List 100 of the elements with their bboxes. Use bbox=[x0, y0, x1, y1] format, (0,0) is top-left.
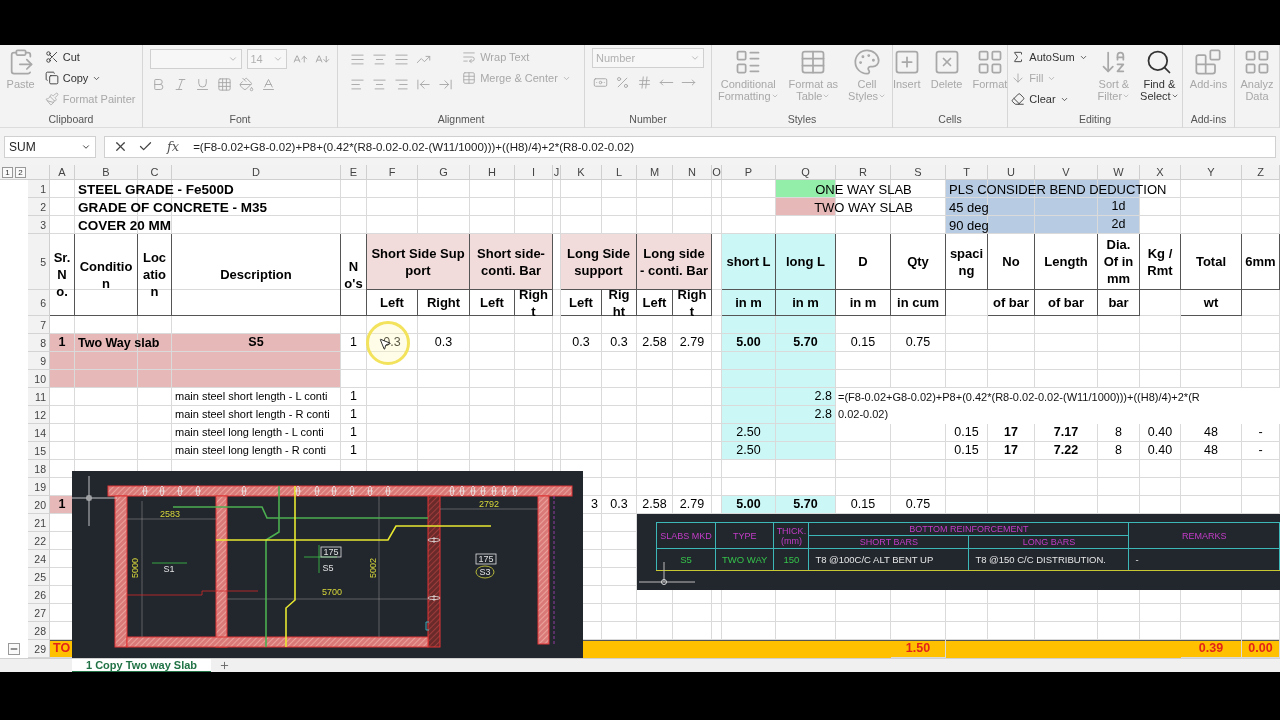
row-header[interactable]: 6 bbox=[28, 290, 50, 316]
row-header[interactable]: 26 bbox=[28, 586, 50, 604]
table-cell: 17 bbox=[988, 442, 1035, 460]
align-middle-icon bbox=[372, 51, 388, 67]
slab-label: S1 bbox=[163, 564, 175, 574]
group-label: Alignment bbox=[436, 113, 486, 127]
caret-icon bbox=[227, 54, 238, 64]
grid-icon bbox=[1243, 48, 1271, 76]
column-heading: Right bbox=[602, 290, 637, 316]
column-heading: Dia. Of in mm bbox=[1098, 234, 1140, 290]
schedule-cell: T8 @150 C/C DISTRIBUTION. bbox=[968, 548, 1129, 571]
row-header[interactable]: 2 bbox=[28, 198, 50, 216]
ribbon-button[interactable]: Cut bbox=[42, 48, 138, 66]
row-header[interactable]: 1 bbox=[28, 180, 50, 198]
slab-label: S5 bbox=[322, 563, 334, 573]
row-header[interactable]: 27 bbox=[28, 604, 50, 622]
crosshair-icon bbox=[639, 562, 695, 586]
cell-editor[interactable]: =(F8-0.02+G8-0.02)+P8+(0.42*(R8-0.02-0.02-(W11/1000)))+((H8)/4)+2*(R 0.02-0.02) bbox=[836, 388, 1280, 424]
row-header[interactable]: 5 bbox=[28, 234, 50, 290]
row-header[interactable]: 3 bbox=[28, 216, 50, 234]
table-cell: 2.58 bbox=[637, 334, 673, 352]
schedule-heading: TYPE bbox=[715, 522, 774, 549]
ribbon-button[interactable]: Find & Select bbox=[1138, 48, 1181, 102]
crosshair-icon bbox=[72, 475, 118, 527]
column-heading: Long side - conti. Bar bbox=[637, 234, 712, 290]
column-heading: Description bbox=[172, 234, 341, 316]
row-header[interactable]: 18 bbox=[28, 460, 50, 478]
table-cell: 7.22 bbox=[1035, 442, 1098, 460]
column-heading: Short Side Support bbox=[367, 234, 470, 290]
column-heading: Right bbox=[515, 290, 553, 316]
row-header[interactable]: 9 bbox=[28, 352, 50, 370]
ribbon-button[interactable]: Clear bbox=[1009, 90, 1090, 108]
dimension-label: 2792 bbox=[479, 499, 499, 509]
group-label: Styles bbox=[786, 113, 818, 127]
table-cell: 2.79 bbox=[673, 334, 712, 352]
group-label: Clipboard bbox=[47, 113, 95, 127]
table-cell: 0.15 bbox=[836, 334, 891, 352]
row-header[interactable]: 11 bbox=[28, 388, 50, 406]
legend-label: TWO WAY SLAB bbox=[814, 198, 913, 216]
column-heading: Condition bbox=[75, 234, 138, 316]
row-header[interactable]: 28 bbox=[28, 622, 50, 640]
table-cell: Two Way slab bbox=[78, 334, 160, 352]
caret-icon bbox=[690, 53, 700, 63]
table-cell: 2d bbox=[1098, 216, 1140, 234]
row-header[interactable]: 14 bbox=[28, 424, 50, 442]
column-heading: Length bbox=[1035, 234, 1098, 290]
outline-level-button[interactable]: 1 bbox=[2, 166, 13, 178]
align-center-icon bbox=[372, 76, 388, 92]
name-box[interactable]: SUM bbox=[4, 135, 96, 158]
row-header[interactable]: 7 bbox=[28, 316, 50, 334]
insert-function-button[interactable]: fx bbox=[163, 139, 184, 154]
align-top-icon bbox=[350, 51, 366, 67]
cancel-button[interactable] bbox=[113, 139, 128, 154]
row-description: main steel short length - R conti bbox=[172, 406, 341, 424]
formula-bar[interactable]: fx =(F8-0.02+G8-0.02)+P8+(0.42*(R8-0.02-0.02-(W11/1000)))+((H8)/4)+2*(R8-0.02-0.02) bbox=[104, 135, 1276, 158]
fill-bucket-icon bbox=[238, 76, 254, 92]
row-header[interactable]: 8 bbox=[28, 334, 50, 352]
legend-label: 90 deg bbox=[949, 216, 989, 234]
merge-cells-icon bbox=[462, 71, 477, 85]
close-icon bbox=[113, 139, 128, 154]
table-cell: 2.50 bbox=[722, 442, 776, 460]
row-header[interactable]: 29 bbox=[28, 640, 50, 658]
group-label: Cells bbox=[937, 113, 963, 127]
row-header[interactable]: 20 bbox=[28, 496, 50, 514]
column-heading: 6mm bbox=[1242, 234, 1280, 290]
table-cell: S5 bbox=[172, 334, 341, 352]
outline-level-button[interactable]: 2 bbox=[15, 166, 26, 178]
sheet-tab[interactable]: 1 Copy Two way Slab bbox=[72, 658, 212, 673]
row-header[interactable]: 24 bbox=[28, 550, 50, 568]
collapse-icon[interactable] bbox=[8, 643, 20, 655]
column-heading: in m bbox=[836, 290, 891, 316]
table-cell: 0.3 bbox=[561, 334, 602, 352]
cursor-highlight bbox=[366, 321, 410, 365]
column-heading: in m bbox=[722, 290, 776, 316]
row-header[interactable]: 12 bbox=[28, 406, 50, 424]
column-heading: bar bbox=[1098, 290, 1140, 316]
ribbon-button[interactable]: Copy bbox=[42, 69, 138, 87]
row-header[interactable]: 10 bbox=[28, 370, 50, 388]
ribbon-button[interactable]: AutoSum bbox=[1009, 48, 1090, 66]
group-label: Font bbox=[228, 113, 252, 127]
row-header[interactable]: 25 bbox=[28, 568, 50, 586]
schedule-heading: REMARKS bbox=[1128, 522, 1280, 549]
palette-icon bbox=[853, 48, 882, 76]
schedule-heading: THICK. (mm) bbox=[773, 522, 809, 549]
schedule-cell: TWO WAY bbox=[715, 548, 774, 571]
row-header[interactable]: 22 bbox=[28, 532, 50, 550]
dimension-label: 2583 bbox=[160, 509, 180, 519]
legend-label: ONE WAY SLAB bbox=[815, 180, 912, 198]
thickness-tag: 175 bbox=[320, 546, 342, 558]
table-cell: 5.70 bbox=[776, 496, 836, 514]
column-heading: No bbox=[988, 234, 1035, 290]
row-header[interactable]: 21 bbox=[28, 514, 50, 532]
row-header[interactable]: 19 bbox=[28, 478, 50, 496]
table-cell: 48 bbox=[1181, 442, 1242, 460]
eraser-icon bbox=[1011, 92, 1026, 106]
table-cell: 0.40 bbox=[1140, 442, 1181, 460]
blocks-icon bbox=[1194, 48, 1223, 76]
add-sheet-icon[interactable] bbox=[219, 660, 231, 671]
row-header[interactable]: 15 bbox=[28, 442, 50, 460]
table-cell: 2.8 bbox=[776, 406, 836, 424]
